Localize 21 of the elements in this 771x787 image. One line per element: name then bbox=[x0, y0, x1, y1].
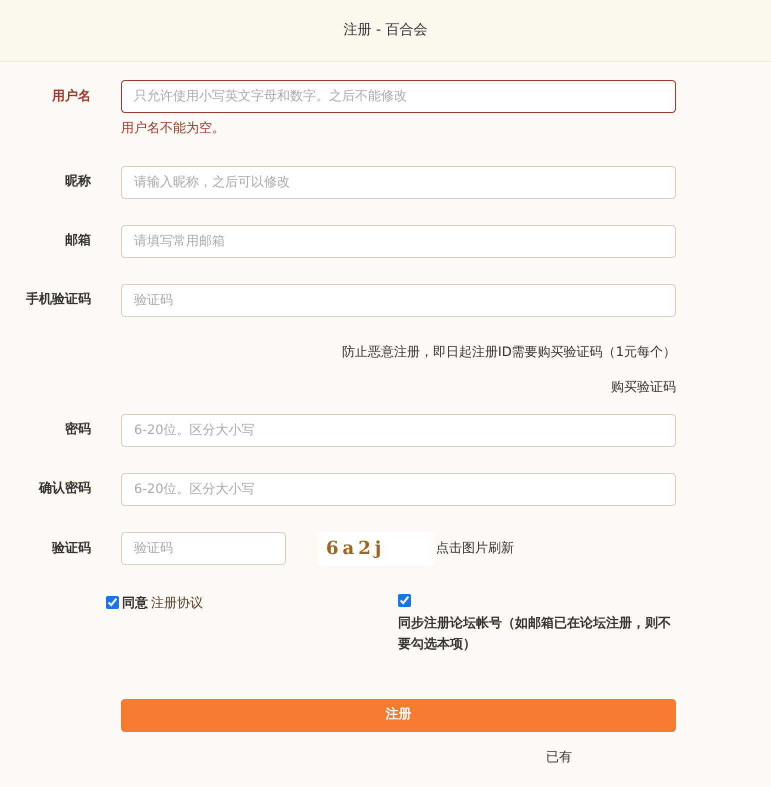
agreement-link[interactable]: 注册协议 bbox=[151, 594, 203, 613]
field-label: 手机验证码 bbox=[25, 290, 91, 310]
captcha-field[interactable]: 验证码 bbox=[121, 532, 286, 565]
notice-text: 防止恶意注册，即日起注册ID需要购买验证码（1元每个） bbox=[342, 344, 676, 360]
field-label: 邮箱 bbox=[64, 232, 91, 250]
field-label: 昵称 bbox=[64, 173, 91, 192]
field-label: 密码 bbox=[64, 420, 91, 440]
checkbox-label: 同意 bbox=[122, 594, 148, 612]
checkbox[interactable] bbox=[106, 596, 119, 608]
login-prompt: 已有 bbox=[546, 750, 572, 764]
refresh-hint: 点击图片刷新 bbox=[436, 540, 514, 558]
field-label: 验证码 bbox=[50, 540, 91, 558]
window-title: 注册 - 百合会 bbox=[344, 21, 428, 40]
field-label: 用户名 bbox=[50, 88, 91, 106]
field-label: 确认密码 bbox=[38, 480, 91, 498]
buy-link[interactable]: 购买验证码 bbox=[611, 380, 676, 395]
input-field[interactable]: 只允许使用小写英文字母和数字。之后不能修改 bbox=[121, 80, 676, 113]
captcha-image[interactable]: 6a2j bbox=[318, 532, 434, 566]
checkbox-label: 同步注册论坛帐号（如邮箱已在论坛注册，则不要勾选本项） bbox=[398, 614, 672, 654]
error-message: 用户名不能为空。 bbox=[121, 120, 226, 138]
checkbox[interactable] bbox=[398, 594, 411, 606]
